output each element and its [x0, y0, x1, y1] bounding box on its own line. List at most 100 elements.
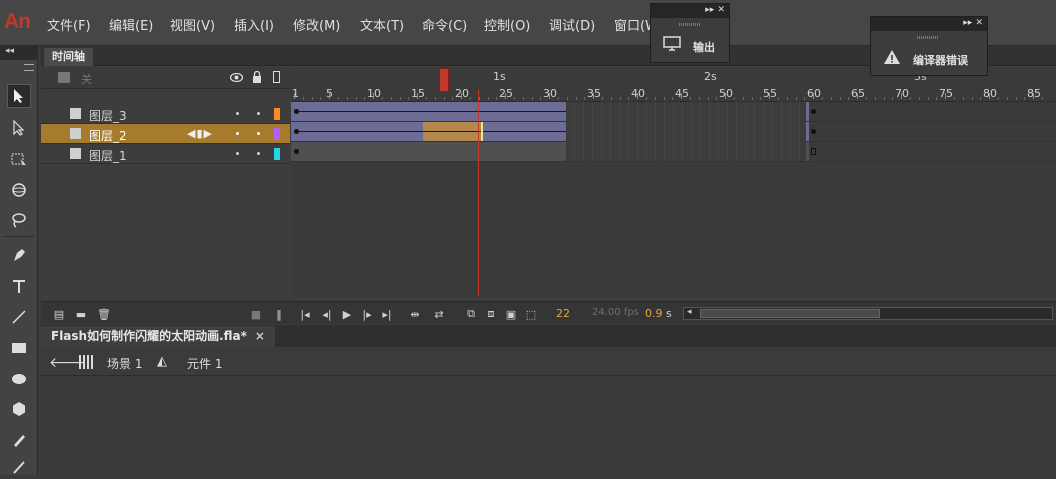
panel-grip[interactable] [679, 23, 701, 26]
layer-color-swatch[interactable] [274, 148, 280, 160]
step-forward-icon[interactable]: |▸ [359, 306, 375, 322]
scene-breadcrumb[interactable]: 场景 1 [107, 355, 142, 372]
ruler-tick [496, 97, 498, 100]
lock-dot[interactable] [257, 152, 260, 155]
menu-debug[interactable]: 调试(D) [549, 15, 595, 34]
menu-insert[interactable]: 插入(I) [234, 15, 274, 34]
menu-view[interactable]: 视图(V) [170, 15, 215, 34]
polystar-tool[interactable] [7, 397, 31, 421]
oval-tool[interactable] [7, 367, 31, 391]
lasso-tool[interactable] [7, 208, 31, 232]
panel-menu-icon[interactable] [24, 64, 34, 71]
end-frame-box[interactable] [811, 148, 816, 155]
ruler-tick [338, 97, 339, 100]
onion-outline-icon[interactable]: ⧈ [483, 306, 499, 322]
ruler-tick [470, 97, 471, 100]
document-tab-label: Flash如何制作闪耀的太阳动画.fla* [51, 329, 247, 343]
layer-color-swatch[interactable] [274, 128, 280, 140]
keyframe-start[interactable] [294, 109, 299, 114]
panel-grip[interactable] [917, 36, 939, 39]
ruler-tick [716, 97, 718, 100]
document-tab[interactable]: Flash如何制作闪耀的太阳动画.fla* × [41, 326, 275, 347]
line-tool[interactable] [7, 305, 31, 329]
keyframe-end[interactable] [811, 129, 816, 134]
menu-commands[interactable]: 命令(C) [422, 15, 467, 34]
output-panel[interactable]: ▸▸ ✕ 输出 [650, 3, 730, 63]
menu-modify[interactable]: 修改(M) [293, 15, 340, 34]
loop-icon[interactable]: ⇄ [431, 306, 447, 322]
tab-timeline[interactable]: 时间轴 [44, 48, 93, 66]
go-to-last-frame-icon[interactable]: ▸| [379, 306, 395, 322]
new-folder-icon[interactable]: ▬ [73, 306, 89, 322]
edit-multiple-frames-icon[interactable]: ▣ [503, 306, 519, 322]
layer-row-3[interactable]: 图层_3 [41, 104, 290, 124]
camera-icon[interactable]: ■ [248, 306, 264, 322]
text-tool[interactable] [7, 274, 31, 298]
visibility-dot[interactable] [236, 132, 239, 135]
menu-edit[interactable]: 编辑(E) [109, 15, 153, 34]
keyframe-nav-icon[interactable]: ◀▮▶ [187, 127, 213, 140]
ruler-tick [558, 97, 559, 100]
layer-color-swatch[interactable] [274, 108, 280, 120]
lock-dot[interactable] [257, 112, 260, 115]
panel-controls-icon[interactable]: ▸▸ ✕ [705, 5, 725, 15]
tool-separator [4, 236, 34, 237]
current-frame-display[interactable]: 22 [556, 307, 570, 320]
subselection-tool[interactable] [7, 116, 31, 140]
new-layer-icon[interactable]: ▤ [51, 306, 67, 322]
close-icon[interactable]: × [255, 329, 265, 343]
ruler-tick [408, 97, 410, 100]
delete-trash-icon[interactable]: 🗑 [96, 306, 112, 322]
elapsed-time-display[interactable]: 0.9 s [645, 307, 672, 320]
pencil-tool[interactable] [7, 428, 31, 452]
go-to-first-frame-icon[interactable]: |◂ [297, 306, 313, 322]
keyframe-start[interactable] [294, 129, 299, 134]
output-panel-titlebar[interactable]: ▸▸ ✕ [651, 4, 729, 18]
playhead-handle[interactable] [439, 68, 449, 92]
pen-tool[interactable] [7, 243, 31, 267]
keyframe-end[interactable] [811, 109, 816, 114]
ruler-tick [302, 97, 304, 100]
symbol-breadcrumb[interactable]: 元件 1 [187, 355, 222, 372]
collapse-icon[interactable]: ◂◂ [5, 46, 14, 56]
compiler-errors-panel[interactable]: ▸▸ ✕ 编译器错误 [870, 16, 988, 76]
scrollbar-thumb[interactable] [700, 309, 880, 318]
3d-rotation-tool[interactable] [7, 178, 31, 202]
keyframe-start[interactable] [294, 149, 299, 154]
compiler-panel-titlebar[interactable]: ▸▸ ✕ [871, 17, 987, 31]
app-logo: An [4, 10, 31, 33]
free-transform-tool[interactable] [7, 147, 31, 171]
selection-tool[interactable] [7, 84, 31, 108]
tools-panel-header[interactable]: ◂◂ [0, 46, 38, 60]
pencil-icon [14, 435, 25, 447]
visibility-dot[interactable] [236, 152, 239, 155]
visibility-dot[interactable] [236, 112, 239, 115]
menu-text[interactable]: 文本(T) [360, 15, 404, 34]
rectangle-tool[interactable] [7, 336, 31, 360]
brush-tool[interactable] [7, 455, 31, 479]
step-back-icon[interactable]: ◂| [319, 306, 335, 322]
layer-row-2[interactable]: 图层_2 ◀▮▶ [41, 124, 290, 144]
play-icon[interactable]: ▶ [339, 306, 355, 322]
stage-area[interactable] [41, 377, 1056, 475]
panel-controls-icon[interactable]: ▸▸ ✕ [963, 18, 983, 28]
scroll-left-icon[interactable]: ◂ [687, 307, 692, 317]
onion-skin-icon[interactable]: ⧉ [463, 306, 479, 322]
ruler-tick [373, 93, 375, 99]
modify-markers-icon[interactable]: ⬚ [523, 306, 539, 322]
layer-row-1[interactable]: 图层_1 [41, 144, 290, 164]
lock-icon[interactable] [252, 71, 262, 83]
menu-file[interactable]: 文件(F) [47, 15, 91, 34]
ruler-tick [945, 93, 947, 99]
warning-icon [884, 50, 900, 64]
center-frame-icon[interactable]: ⇹ [407, 306, 423, 322]
horizontal-scrollbar[interactable]: ◂ [683, 307, 1053, 320]
eye-icon[interactable] [230, 73, 243, 82]
ruler-tick [531, 97, 533, 100]
ruler-tick [1042, 97, 1043, 100]
lock-dot[interactable] [257, 132, 260, 135]
fps-display[interactable]: 24.00 fps [592, 307, 639, 318]
outline-icon[interactable] [273, 71, 280, 83]
empty-frame-cells[interactable] [566, 102, 806, 161]
menu-control[interactable]: 控制(O) [484, 15, 530, 34]
